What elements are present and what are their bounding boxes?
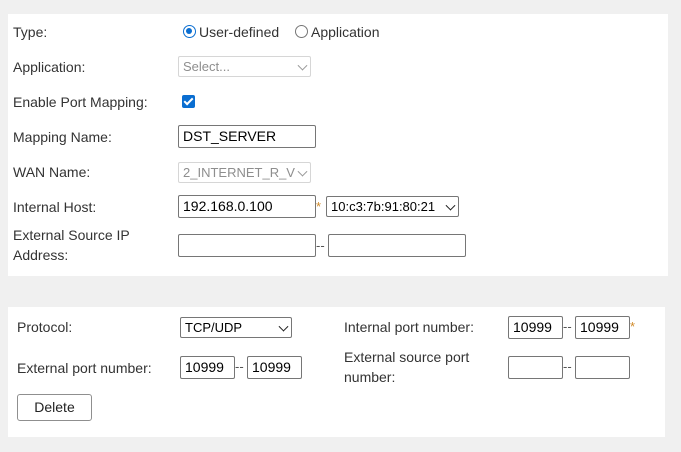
internal-port-end-input[interactable]: 10999 [575, 316, 630, 339]
internal-host-mac-value: 10:c3:7b:91:80:21 [331, 199, 436, 214]
required-mark: * [630, 319, 636, 334]
external-source-ip-start-input[interactable] [178, 234, 316, 257]
range-separator: -- [563, 319, 572, 334]
enable-port-mapping-checkbox[interactable] [182, 95, 195, 108]
wan-name-select-value: 2_INTERNET_R_V [183, 165, 295, 180]
wan-name-label: WAN Name: [13, 164, 91, 180]
application-select[interactable]: Select... [178, 56, 311, 77]
wan-name-select[interactable]: 2_INTERNET_R_V [178, 162, 311, 183]
mapping-name-input[interactable]: DST_SERVER [178, 125, 316, 148]
protocol-label: Protocol: [17, 319, 73, 335]
external-source-ip-end-input[interactable] [328, 234, 466, 257]
chevron-down-icon [445, 200, 456, 211]
chevron-down-icon [297, 166, 308, 177]
delete-button[interactable]: Delete [17, 394, 92, 421]
internal-host-label: Internal Host: [13, 199, 97, 215]
external-port-start-input[interactable]: 10999 [180, 356, 235, 379]
external-port-label: External port number: [17, 360, 152, 376]
external-source-port-start-input[interactable] [508, 356, 563, 379]
port-mapping-settings-panel: Type: User-defined Application Applicati… [8, 14, 668, 276]
external-source-port-label: External source port number: [344, 349, 470, 385]
enable-port-mapping-label: Enable Port Mapping: [13, 94, 148, 110]
chevron-down-icon [278, 321, 289, 332]
type-application-label[interactable]: Application [311, 22, 380, 42]
type-user-defined-radio[interactable] [183, 25, 196, 38]
internal-host-mac-select[interactable]: 10:c3:7b:91:80:21 [326, 196, 459, 217]
protocol-select-value: TCP/UDP [185, 320, 243, 335]
type-user-defined-label[interactable]: User-defined [199, 22, 279, 42]
mapping-name-label: Mapping Name: [13, 129, 112, 145]
external-port-end-input[interactable]: 10999 [247, 356, 302, 379]
internal-host-ip-input[interactable]: 192.168.0.100 [178, 195, 316, 218]
port-settings-panel: Protocol: TCP/UDP Internal port number: … [8, 307, 665, 437]
protocol-select[interactable]: TCP/UDP [180, 317, 292, 338]
range-separator: -- [235, 359, 244, 374]
type-application-radio[interactable] [295, 25, 308, 38]
application-label: Application: [13, 59, 86, 75]
external-source-ip-label: External Source IP Address: [13, 227, 130, 263]
chevron-down-icon [297, 60, 308, 71]
application-select-value: Select... [183, 59, 230, 74]
external-source-port-end-input[interactable] [575, 356, 630, 379]
range-separator: -- [316, 238, 325, 253]
internal-port-start-input[interactable]: 10999 [508, 316, 563, 339]
required-mark: * [316, 199, 322, 214]
type-label: Type: [13, 24, 48, 40]
range-separator: -- [563, 359, 572, 374]
internal-port-label: Internal port number: [344, 319, 474, 335]
